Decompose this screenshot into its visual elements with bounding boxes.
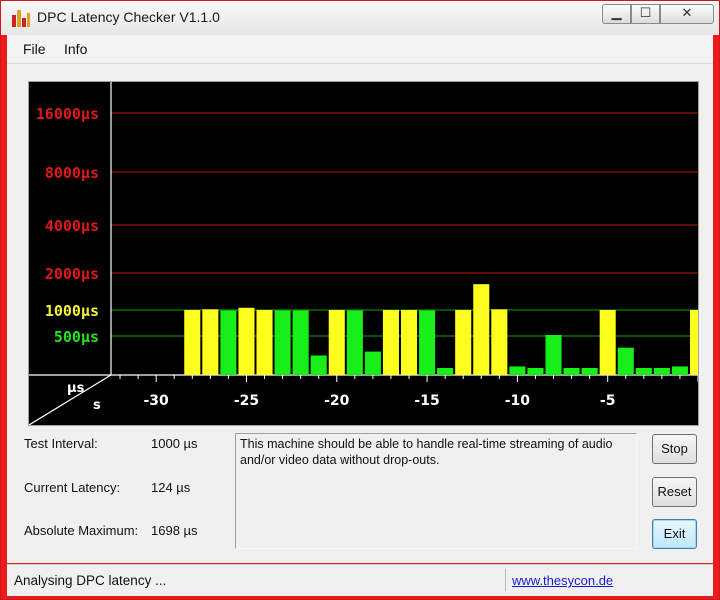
x-tick-label: -15 <box>414 393 439 409</box>
latency-bar <box>491 309 508 375</box>
latency-bar <box>256 310 273 375</box>
close-icon: ✕ <box>681 6 693 21</box>
latency-bar <box>364 351 381 375</box>
exit-button[interactable]: Exit <box>652 519 697 549</box>
latency-bar <box>455 310 472 375</box>
menu-file[interactable]: File <box>23 41 46 57</box>
minimize-button[interactable]: ▁ <box>602 4 631 24</box>
latency-bar <box>346 310 363 375</box>
status-text: Analysing DPC latency ... <box>14 573 167 588</box>
latency-chart: 16000µs 8000µs 4000µs 2000µs 1000µs 500µs µs s -… <box>28 81 707 426</box>
stop-button[interactable]: Stop <box>652 434 697 464</box>
x-tick-label: -25 <box>234 393 259 409</box>
x-axis-unit-label: s <box>93 398 101 413</box>
menu-info[interactable]: Info <box>64 41 87 57</box>
x-tick-label: -10 <box>505 393 531 409</box>
y-tick-label: 2000µs <box>45 265 99 283</box>
latency-bar <box>437 367 454 375</box>
y-tick-label: 8000µs <box>45 164 99 182</box>
status-divider <box>505 569 506 591</box>
menu-bar: File Info <box>7 35 713 64</box>
latency-bar <box>292 310 309 375</box>
latency-bar <box>310 355 327 375</box>
y-tick-label: 500µs <box>54 328 99 346</box>
app-icon <box>12 9 30 27</box>
latency-bar <box>689 310 707 375</box>
latency-bar <box>599 310 616 375</box>
y-tick-label: 4000µs <box>45 217 99 235</box>
window-title: DPC Latency Checker V1.1.0 <box>37 9 220 25</box>
current-latency-label: Current Latency: <box>24 480 121 495</box>
latency-bar <box>274 310 291 375</box>
website-link[interactable]: www.thesycon.de <box>512 573 613 588</box>
latency-bar <box>419 310 436 375</box>
latency-bar <box>545 334 562 375</box>
latency-bar <box>581 367 598 375</box>
absolute-maximum-value: 1698 µs <box>151 523 198 538</box>
test-interval-label: Test Interval: <box>24 436 98 451</box>
status-message: This machine should be able to handle re… <box>240 437 613 467</box>
latency-chart-svg: 16000µs 8000µs 4000µs 2000µs 1000µs 500µs µss -… <box>28 82 707 426</box>
y-tick-label: 1000µs <box>45 302 99 320</box>
latency-bar <box>473 284 490 375</box>
current-latency-value: 124 µs <box>151 480 191 495</box>
maximize-icon: ☐ <box>639 6 652 21</box>
latency-bar <box>202 309 219 375</box>
y-tick-label: 16000µs <box>36 105 99 123</box>
reset-button[interactable]: Reset <box>652 477 697 507</box>
latency-bar <box>382 310 399 375</box>
close-button[interactable]: ✕ <box>660 4 714 24</box>
latency-bar <box>527 367 544 375</box>
latency-bar <box>184 310 201 375</box>
latency-bar <box>671 366 688 375</box>
app-window: DPC Latency Checker V1.1.0 ▁ ☐ ✕ File In… <box>0 0 720 600</box>
x-tick-label: -5 <box>600 393 616 409</box>
x-tick-label: -30 <box>144 393 170 409</box>
latency-bar <box>220 310 237 375</box>
status-bar: Analysing DPC latency ... www.thesycon.d… <box>7 564 713 596</box>
latency-bar <box>400 310 418 375</box>
maximize-button[interactable]: ☐ <box>631 4 660 24</box>
absolute-maximum-label: Absolute Maximum: <box>24 523 139 538</box>
latency-bar <box>509 366 526 375</box>
latency-bar <box>653 367 670 375</box>
test-interval-value: 1000 µs <box>151 436 198 451</box>
x-tick-label: -20 <box>324 393 350 409</box>
y-axis-unit-label: µs <box>67 381 85 396</box>
latency-bar <box>238 307 255 375</box>
latency-bar <box>563 367 580 375</box>
latency-bar <box>328 310 345 375</box>
title-bar[interactable]: DPC Latency Checker V1.1.0 ▁ ☐ ✕ <box>1 1 719 35</box>
latency-bar <box>617 347 634 375</box>
status-message-box: This machine should be able to handle re… <box>235 433 637 549</box>
minimize-icon: ▁ <box>611 6 622 21</box>
latency-bar <box>635 367 652 375</box>
